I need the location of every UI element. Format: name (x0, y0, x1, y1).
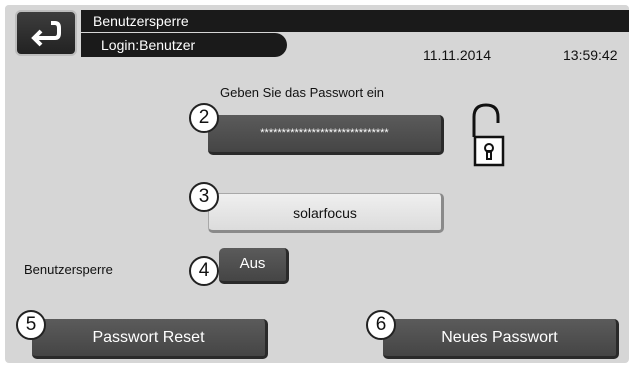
login-tab[interactable]: Login:Benutzer (81, 33, 287, 57)
unlocked-padlock-icon (472, 103, 505, 167)
new-password-button[interactable]: Neues Passwort (383, 319, 619, 359)
username-field[interactable]: solarfocus (208, 193, 444, 233)
callout-4: 4 (189, 256, 219, 286)
window-title: Benutzersperre (81, 10, 629, 32)
user-lock-toggle[interactable]: Aus (219, 248, 289, 284)
password-reset-button[interactable]: Passwort Reset (32, 319, 268, 359)
callout-2: 2 (189, 103, 219, 133)
user-lock-label: Benutzersperre (24, 262, 113, 277)
password-input[interactable]: ****************************** (208, 115, 444, 155)
callout-3: 3 (189, 182, 219, 212)
date-display: 11.11.2014 (423, 47, 491, 63)
callout-5: 5 (16, 310, 46, 340)
callout-6: 6 (366, 310, 396, 340)
screen: Benutzersperre Login:Benutzer 11.11.2014… (5, 5, 629, 363)
header: Benutzersperre Login:Benutzer 11.11.2014… (5, 5, 629, 65)
time-display: 13:59:42 (563, 47, 618, 63)
password-prompt: Geben Sie das Passwort ein (220, 85, 385, 100)
return-arrow-icon (31, 21, 61, 47)
back-button[interactable] (15, 10, 77, 56)
